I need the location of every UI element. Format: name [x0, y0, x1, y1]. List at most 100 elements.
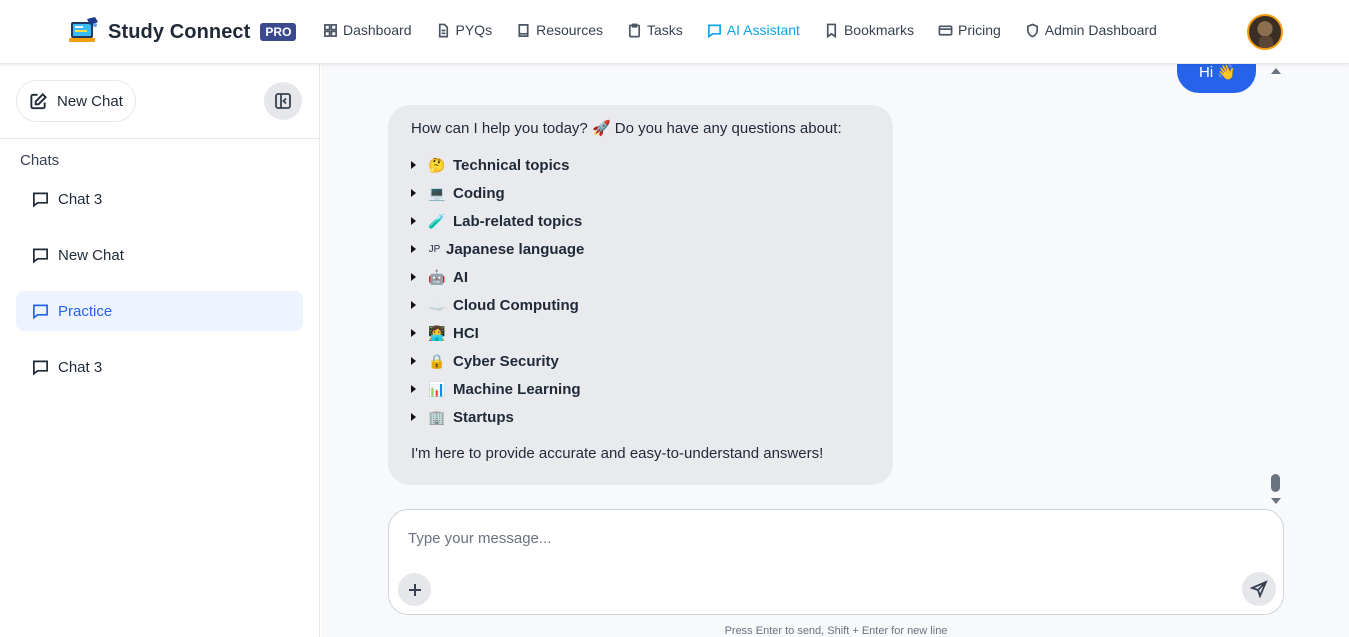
card-icon [938, 24, 953, 36]
nav-ai-assistant[interactable]: AI Assistant [707, 22, 800, 38]
chats-heading: Chats [20, 152, 60, 169]
topic-emoji: 💻 [428, 184, 446, 201]
sidebar-divider [0, 138, 320, 139]
new-chat-button[interactable]: New Chat [16, 80, 136, 122]
nav-label: Bookmarks [843, 22, 914, 38]
chat-item-label: Practice [58, 302, 113, 320]
topic-emoji: 🧪 [428, 212, 446, 229]
message-icon [33, 304, 48, 319]
attach-button[interactable] [398, 573, 431, 606]
nav-admin-dashboard[interactable]: Admin Dashboard [1025, 22, 1157, 38]
book-icon [518, 23, 529, 37]
bullet-icon [411, 301, 416, 309]
bullet-icon [411, 217, 416, 225]
scroll-thumb[interactable] [1271, 474, 1280, 492]
topic-item: JP Japanese language [411, 235, 870, 263]
pro-badge: PRO [260, 23, 297, 41]
chat-item[interactable]: Chat 3 [16, 179, 303, 219]
nav-label: Pricing [957, 22, 1001, 38]
chat-item-active[interactable]: Practice [16, 291, 303, 331]
topic-emoji: 🏢 [428, 408, 446, 425]
bullet-icon [411, 161, 416, 169]
topic-label: Startups [453, 408, 514, 426]
main-nav: Dashboard PYQs Resources Tasks AI Assist… [323, 22, 1181, 38]
topic-item: 🤖 AI [411, 263, 870, 291]
topic-emoji: ☁️ [428, 296, 446, 313]
study-logo-icon [69, 17, 98, 42]
message-input[interactable] [408, 530, 1258, 547]
topic-label: Cloud Computing [453, 296, 579, 314]
chat-item[interactable]: New Chat [16, 235, 303, 275]
chat-list: Chat 3 New Chat Practice Chat 3 [16, 179, 303, 403]
nav-pricing[interactable]: Pricing [938, 22, 1001, 38]
topic-label: AI [453, 268, 468, 286]
nav-label: Resources [536, 22, 603, 38]
document-icon [438, 23, 448, 37]
nav-label: Dashboard [343, 22, 412, 38]
bullet-icon [411, 357, 416, 365]
topic-emoji: 👩‍💻 [428, 324, 446, 341]
chat-item-label: Chat 3 [58, 190, 103, 208]
topic-label: Machine Learning [453, 380, 581, 398]
nav-bookmarks[interactable]: Bookmarks [824, 22, 914, 38]
nav-pyqs[interactable]: PYQs [436, 22, 493, 38]
topic-item: ☁️ Cloud Computing [411, 291, 870, 319]
nav-label: Admin Dashboard [1044, 22, 1157, 38]
chat-item-label: New Chat [58, 246, 124, 264]
topic-emoji: 📊 [428, 380, 446, 397]
bullet-icon [411, 189, 416, 197]
topic-item: 🔒 Cyber Security [411, 347, 870, 375]
message-composer [388, 509, 1284, 615]
shield-icon [1026, 22, 1038, 38]
assistant-intro: How can I help you today? 🚀 Do you have … [411, 120, 842, 137]
collapse-sidebar-button[interactable] [264, 82, 302, 120]
composer-hint: Press Enter to send, Shift + Enter for n… [724, 625, 948, 637]
topic-list: 🤔 Technical topics 💻 Coding 🧪 Lab-related t… [411, 151, 870, 431]
bullet-icon [411, 413, 416, 421]
topic-emoji: 🤔 [428, 156, 446, 173]
topic-item: 🤔 Technical topics [411, 151, 870, 179]
assistant-outro: I'm here to provide accurate and easy-to… [411, 445, 824, 462]
scroll-down-arrow-icon[interactable] [1271, 498, 1281, 504]
topic-label: Technical topics [453, 156, 570, 174]
bullet-icon [411, 273, 416, 281]
topic-item: 💻 Coding [411, 179, 870, 207]
bullet-icon [411, 385, 416, 393]
nav-label: Tasks [647, 22, 683, 38]
topic-emoji: 🤖 [428, 268, 446, 285]
topic-label: Cyber Security [453, 352, 559, 370]
nav-tasks[interactable]: Tasks [627, 22, 683, 38]
topic-item: 🏢 Startups [411, 403, 870, 431]
assistant-message: How can I help you today? 🚀 Do you have … [388, 105, 893, 485]
brand[interactable]: Study Connect PRO [68, 16, 297, 48]
new-chat-label: New Chat [57, 92, 123, 110]
nav-label: PYQs [455, 22, 493, 38]
topic-label: Japanese language [446, 240, 585, 258]
topic-item: 🧪 Lab-related topics [411, 207, 870, 235]
chat-item[interactable]: Chat 3 [16, 347, 303, 387]
bullet-icon [411, 245, 416, 253]
brand-name: Study Connect [108, 20, 251, 43]
send-button[interactable] [1242, 572, 1276, 606]
edit-icon [30, 92, 47, 109]
message-icon [33, 360, 48, 375]
nav-dashboard[interactable]: Dashboard [323, 22, 412, 38]
topic-item: 👩‍💻 HCI [411, 319, 870, 347]
bookmark-icon [826, 23, 837, 38]
topic-label: Lab-related topics [453, 212, 583, 230]
grid-icon [324, 23, 337, 37]
chat-icon [707, 24, 721, 38]
bullet-icon [411, 329, 416, 337]
message-icon [33, 192, 48, 207]
user-avatar[interactable] [1247, 14, 1283, 50]
topic-item: 📊 Machine Learning [411, 375, 870, 403]
top-navbar: Study Connect PRO Dashboard PYQs Resourc… [0, 0, 1349, 64]
user-message-text: Hi 👋 [1199, 63, 1237, 81]
chat-area: Hi 👋 How can I help you today? 🚀 Do you … [321, 50, 1349, 637]
chat-item-label: Chat 3 [58, 358, 103, 376]
topic-label: HCI [453, 324, 479, 342]
messages-scrollbar[interactable] [1268, 64, 1282, 509]
topic-emoji: 🔒 [428, 352, 446, 369]
nav-resources[interactable]: Resources [516, 22, 603, 38]
scroll-up-arrow-icon[interactable] [1271, 68, 1281, 74]
